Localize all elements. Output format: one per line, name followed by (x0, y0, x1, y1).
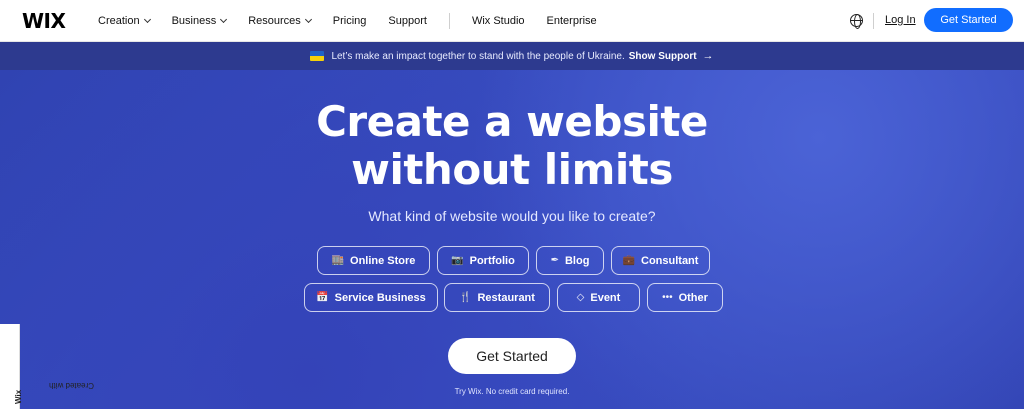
nav-enterprise[interactable]: Enterprise (547, 15, 597, 27)
show-support-link[interactable]: Show Support (629, 51, 697, 62)
no-credit-card-note: Try Wix. No credit card required. (454, 387, 570, 396)
category-label: Portfolio (469, 254, 515, 267)
hero-section: Create a website without limits What kin… (0, 70, 1024, 409)
category-blog[interactable]: ✒ Blog (536, 246, 604, 275)
nav-support[interactable]: Support (388, 15, 427, 27)
ukraine-flag-icon (310, 51, 325, 61)
category-label: Other (678, 291, 708, 304)
wix-logo[interactable]: WIX (22, 9, 66, 33)
utensils-icon: 🍴 (459, 292, 472, 303)
header-divider (873, 13, 874, 29)
nav-resources-label: Resources (248, 15, 301, 27)
arrow-right-icon[interactable]: → (703, 50, 714, 62)
category-portfolio[interactable]: 📷 Portfolio (437, 246, 529, 275)
category-online-store[interactable]: 🏬 Online Store (317, 246, 430, 275)
hero-headline: Create a website without limits (0, 98, 1024, 194)
banner-text: Let’s make an impact together to stand w… (331, 50, 625, 62)
nav-divider (448, 13, 450, 29)
nav-wix-studio[interactable]: Wix Studio (472, 15, 525, 27)
category-label: Blog (564, 254, 590, 267)
briefcase-icon: 💼 (622, 255, 635, 266)
badge-brand: Wix (14, 389, 23, 404)
pen-icon: ✒ (550, 255, 559, 266)
category-consultant[interactable]: 💼 Consultant (611, 246, 710, 275)
category-other[interactable]: ••• Other (647, 283, 723, 312)
category-label: Restaurant (477, 291, 535, 304)
store-icon: 🏬 (331, 255, 345, 266)
camera-icon: 📷 (451, 255, 464, 266)
category-label: Event (590, 291, 621, 304)
created-with-wix-badge[interactable]: Created with Wix (0, 324, 94, 409)
login-link[interactable]: Log In (885, 14, 916, 26)
chevron-down-icon (220, 15, 228, 24)
chevron-down-icon (143, 15, 151, 24)
more-icon: ••• (662, 292, 673, 303)
category-label: Consultant (641, 254, 699, 267)
nav-creation[interactable]: Creation (98, 15, 151, 27)
nav-resources[interactable]: Resources (248, 15, 312, 27)
nav-business-label: Business (171, 15, 217, 27)
chevron-down-icon (304, 15, 312, 24)
category-restaurant[interactable]: 🍴 Restaurant (444, 283, 550, 312)
nav-pricing[interactable]: Pricing (333, 15, 367, 27)
badge-prefix: Created with (49, 381, 94, 390)
category-label: Online Store (350, 254, 416, 267)
header-get-started-button[interactable]: Get Started (924, 8, 1013, 32)
globe-icon[interactable] (850, 14, 863, 29)
category-service-business[interactable]: 📅 Service Business (304, 283, 438, 312)
calendar-icon: 📅 (316, 292, 329, 303)
hero-headline-line2: without limits (351, 145, 673, 194)
hero-get-started-button[interactable]: Get Started (448, 338, 576, 374)
nav-business[interactable]: Business (171, 15, 228, 27)
category-label: Service Business (334, 291, 426, 304)
ukraine-banner: Let’s make an impact together to stand w… (0, 42, 1024, 70)
main-nav: Creation Business Resources Pricing Supp… (98, 0, 619, 42)
category-event[interactable]: ◇ Event (557, 283, 640, 312)
nav-creation-label: Creation (98, 15, 140, 27)
ticket-icon: ◇ (576, 292, 585, 303)
hero-headline-line1: Create a website (316, 97, 708, 146)
top-header: WIX Creation Business Resources Pricing … (0, 0, 1024, 42)
hero-subhead: What kind of website would you like to c… (368, 208, 656, 224)
badge-text: Created with Wix (14, 381, 94, 404)
